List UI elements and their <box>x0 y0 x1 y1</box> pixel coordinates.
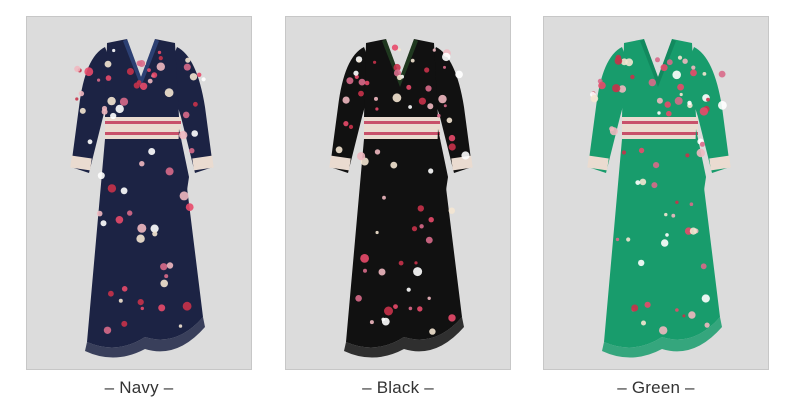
product-card-green[interactable] <box>543 16 769 370</box>
color-label-black: – Black – <box>362 378 434 397</box>
product-card-navy[interactable] <box>26 16 252 370</box>
dress-image-black[interactable] <box>286 17 511 370</box>
color-label-green: – Green – <box>617 378 695 397</box>
dress-image-navy[interactable] <box>27 17 252 370</box>
color-label-navy: – Navy – <box>104 378 174 397</box>
product-card-black[interactable] <box>285 16 511 370</box>
dress-image-green[interactable] <box>544 17 769 370</box>
